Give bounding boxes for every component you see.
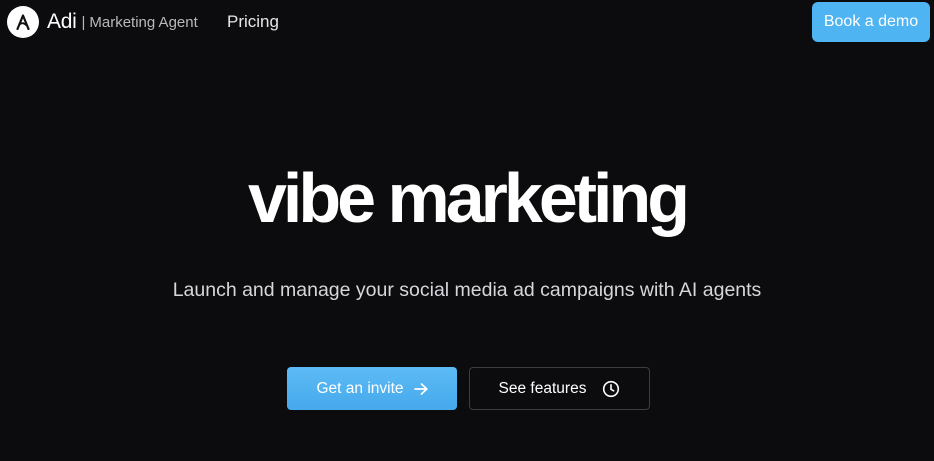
clock-icon	[602, 380, 620, 398]
brand-tagline: Marketing Agent	[89, 13, 198, 31]
arrow-right-icon	[413, 382, 428, 395]
hero-title: vibe marketing	[247, 159, 690, 237]
book-demo-button[interactable]: Book a demo	[812, 2, 930, 42]
see-features-button[interactable]: See features	[469, 367, 650, 410]
get-invite-label: Get an invite	[316, 379, 404, 397]
hero-subtitle: Launch and manage your social media ad c…	[172, 279, 762, 301]
nav-link-pricing[interactable]: Pricing	[227, 12, 279, 32]
top-nav: Adi | Marketing Agent Pricing Book a dem…	[0, 0, 934, 46]
see-features-label: See features	[498, 379, 587, 397]
brand-name: Adi	[47, 10, 77, 33]
brand-home-link[interactable]: Adi | Marketing Agent	[7, 6, 198, 38]
logo-icon	[7, 6, 39, 38]
get-invite-button[interactable]: Get an invite	[287, 367, 457, 410]
brand-separator: |	[81, 13, 86, 31]
